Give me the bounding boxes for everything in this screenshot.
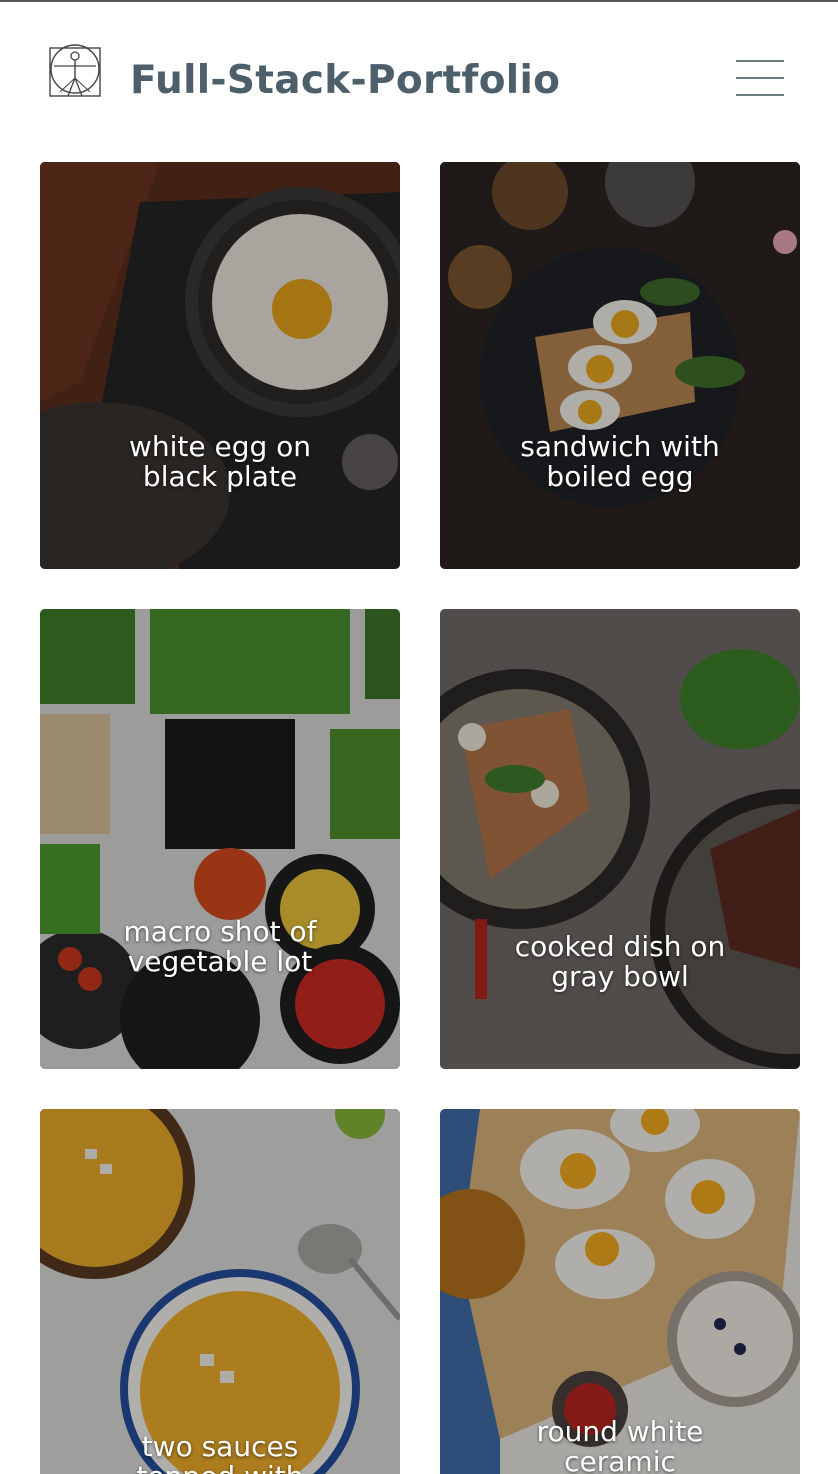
card-overlay — [40, 609, 400, 1069]
gallery-card-cooked-dish[interactable]: cooked dish on gray bowl — [440, 609, 800, 1069]
card-overlay — [40, 162, 400, 569]
card-caption: white egg on black plate — [128, 430, 312, 493]
gallery-card-round-white-ceramic[interactable]: round white ceramic — [440, 1109, 800, 1474]
vitruvian-man-icon[interactable] — [48, 42, 104, 98]
gallery-card-sandwich[interactable]: sandwich with boiled egg — [440, 162, 800, 569]
site-title[interactable]: Full-Stack-Portfolio — [130, 58, 560, 103]
card-caption: two sauces topped with — [137, 1430, 304, 1474]
card-overlay — [440, 162, 800, 569]
hamburger-menu-icon[interactable] — [736, 60, 784, 96]
card-caption: cooked dish on gray bowl — [514, 930, 726, 993]
gallery-card-white-egg[interactable]: white egg on black plate — [40, 162, 400, 569]
gallery-card-two-sauces[interactable]: two sauces topped with — [40, 1109, 400, 1474]
site-header: Full-Stack-Portfolio — [0, 2, 838, 152]
card-caption: sandwich with boiled egg — [520, 430, 720, 493]
gallery-card-vegetables[interactable]: macro shot of vegetable lot — [40, 609, 400, 1069]
card-caption: macro shot of vegetable lot — [123, 915, 317, 978]
card-caption: round white ceramic — [536, 1415, 704, 1474]
card-overlay — [40, 1109, 400, 1474]
card-overlay — [440, 609, 800, 1069]
